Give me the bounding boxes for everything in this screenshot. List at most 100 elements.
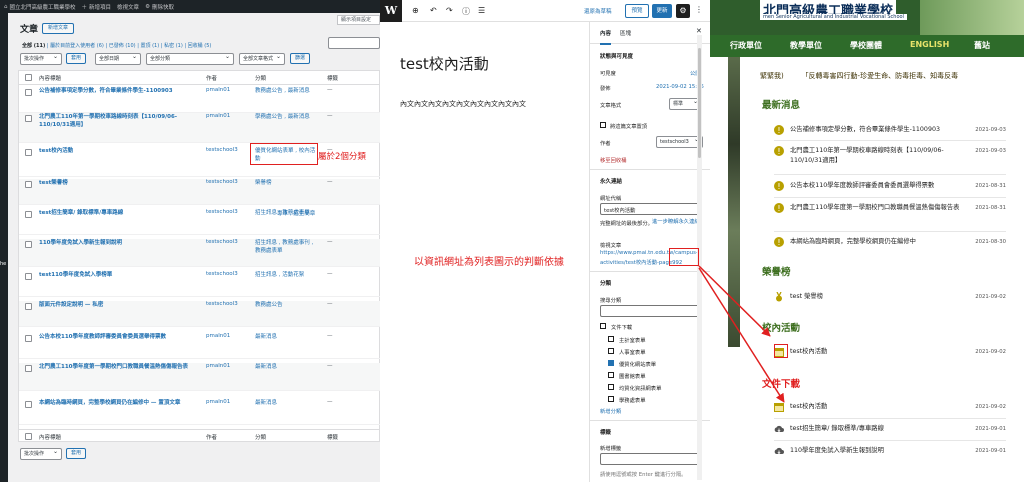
row-checkbox[interactable]: [25, 211, 32, 218]
nav-item[interactable]: 學校團體: [850, 40, 882, 51]
row-author[interactable]: testschool3: [206, 301, 238, 307]
bulk-action-select-top[interactable]: 批次操作: [20, 52, 62, 65]
apply-button-top[interactable]: 套用: [66, 53, 86, 64]
row-checkbox[interactable]: [25, 115, 32, 122]
row-checkbox[interactable]: [25, 401, 32, 408]
search-posts-input[interactable]: [328, 37, 380, 49]
status-panel-heading[interactable]: 狀態與可見度: [600, 52, 633, 60]
list-view-icon[interactable]: ☰: [478, 6, 485, 15]
date-filter-select[interactable]: 全部日期: [95, 52, 141, 65]
news-item[interactable]: ! 北門農工110學年度第一學期校門口教職員餐溫熱傷傷報告表 2021-08-3…: [774, 203, 1006, 225]
view-post-link[interactable]: 檢視文章: [117, 3, 139, 11]
nav-item-english[interactable]: ENGLISH: [910, 40, 949, 49]
row-author[interactable]: pmaln01: [206, 399, 230, 405]
news-item[interactable]: ! 公告補修事項定學分數，符合畢業條件學生-1100903 2021-09-03: [774, 125, 1006, 137]
view-all[interactable]: 全部 (11): [22, 43, 45, 49]
row-author[interactable]: pmaln01: [206, 113, 230, 119]
permalink-panel-heading[interactable]: 永久連結: [600, 177, 622, 185]
row-category[interactable]: 招生訊息 , 教務處事刊 , 教務處表單: [255, 239, 320, 255]
row-checkbox[interactable]: [25, 303, 32, 310]
row-title-link[interactable]: test招生簡章/ 錄取標準/專車路線: [39, 209, 189, 217]
view-pinned[interactable]: 置頂 (1): [141, 43, 160, 49]
new-item-link[interactable]: ＋新增項目: [82, 3, 112, 11]
author-select[interactable]: testschool3: [656, 135, 703, 148]
row-author[interactable]: testschool3: [206, 271, 238, 277]
move-to-trash-link[interactable]: 移至回收桶: [600, 156, 627, 164]
nav-item[interactable]: 行政單位: [730, 40, 762, 51]
honor-item[interactable]: test 榮譽榜 2021-09-02: [774, 292, 1006, 304]
row-author[interactable]: testschool3: [206, 147, 238, 153]
row-category[interactable]: 最新消息: [255, 399, 320, 407]
add-new-post-button[interactable]: 新增文章: [42, 23, 74, 34]
row-category[interactable]: 最新消息: [255, 363, 320, 371]
wordpress-logo-icon[interactable]: W: [380, 0, 402, 22]
row-author[interactable]: testschool3: [206, 239, 238, 245]
view-trash[interactable]: 回收桶 (5): [188, 43, 212, 49]
permalink-learn-more-link[interactable]: 進一步瞭解永久連結: [652, 219, 702, 226]
campus-activity-item[interactable]: test校內活動 2021-09-02: [774, 347, 1006, 359]
row-checkbox[interactable]: [25, 89, 32, 96]
select-all-checkbox-bottom[interactable]: [25, 433, 32, 440]
download-item[interactable]: 110學年度免試入學新生報到說明 2021-09-01: [774, 446, 1006, 458]
add-tag-input[interactable]: [600, 453, 700, 465]
undo-icon[interactable]: ↶: [430, 6, 437, 15]
screen-options-button[interactable]: 顯示項目設定: [337, 15, 380, 25]
redo-icon[interactable]: ↷: [446, 6, 453, 15]
url-slug-input[interactable]: test校內活動: [600, 203, 700, 215]
row-title-link[interactable]: 公告本校110學年度教師評審委員會委員選舉得票數: [39, 333, 189, 341]
close-sidebar-icon[interactable]: ✕: [696, 27, 702, 35]
sidebar-scroll-thumb[interactable]: [698, 48, 701, 158]
nav-item[interactable]: 舊站: [974, 40, 990, 51]
row-author[interactable]: pmaln01: [206, 87, 230, 93]
details-icon[interactable]: ⓘ: [462, 6, 470, 17]
update-button[interactable]: 更新: [652, 4, 672, 18]
news-item[interactable]: ! 本網站為臨時網頁，完整學校網頁仍在編修中 2021-08-30: [774, 237, 1006, 249]
tab-post[interactable]: 內容: [600, 29, 612, 45]
category-checkbox-checked[interactable]: [608, 360, 614, 366]
row-author[interactable]: pmaln01: [206, 363, 230, 369]
row-category[interactable]: 學務處公告 , 最新消息: [255, 113, 320, 121]
nav-item[interactable]: 教學單位: [790, 40, 822, 51]
preview-button[interactable]: 預覽: [625, 4, 649, 18]
view-published[interactable]: 已發佈 (10): [109, 43, 136, 49]
row-author[interactable]: testschool3: [206, 209, 238, 215]
row-checkbox[interactable]: [25, 273, 32, 280]
row-title-link[interactable]: 110學年度免試入學新生報到說明: [39, 239, 189, 247]
view-mine[interactable]: 屬於目前登入使用者 (6): [50, 43, 104, 49]
more-options-icon[interactable]: ⋮: [695, 5, 703, 14]
row-title-link[interactable]: 北門農工110學年度第一學期校門口教職員餐溫熱傷傷報告表: [39, 363, 189, 371]
add-category-link[interactable]: 新增分類: [600, 407, 621, 415]
row-title-link[interactable]: 本網站為臨時網頁，完整學校網頁仍在編修中 — 置頂文章: [39, 399, 189, 407]
category-checkbox[interactable]: [600, 323, 606, 329]
row-author[interactable]: testschool3: [206, 179, 238, 185]
row-checkbox[interactable]: [25, 365, 32, 372]
row-category[interactable]: 教務處公告 , 最新消息: [255, 87, 320, 95]
news-item[interactable]: ! 公告本校110學年度教師評審委員會委員選舉得票數 2021-08-31: [774, 181, 1006, 193]
row-title-link[interactable]: test校內活動: [39, 147, 189, 155]
bulk-action-select-bottom[interactable]: 批次操作: [20, 447, 62, 460]
sticky-checkbox[interactable]: [600, 122, 606, 128]
select-all-checkbox[interactable]: [25, 74, 32, 81]
download-item[interactable]: test招生簡章/ 錄取標準/專車路線 2021-09-01: [774, 424, 1006, 436]
category-checkbox[interactable]: [608, 348, 614, 354]
post-title[interactable]: test校內活動: [400, 53, 489, 74]
category-filter-select[interactable]: 全部分類: [146, 52, 234, 65]
row-checkbox[interactable]: [25, 335, 32, 342]
row-title-link[interactable]: test110學年度免試入學榜單: [39, 271, 189, 279]
download-item[interactable]: test校內活動 2021-09-02: [774, 402, 1006, 414]
category-checkbox[interactable]: [608, 396, 614, 402]
tags-panel-heading[interactable]: 標籤: [600, 428, 611, 436]
row-category[interactable]: 榮譽榜: [255, 179, 320, 187]
view-private[interactable]: 私密 (1): [164, 43, 183, 49]
row-checkbox[interactable]: [25, 181, 32, 188]
row-category[interactable]: 教務處公告: [255, 301, 320, 309]
clear-cache-link[interactable]: ⚙ 刪除快取: [145, 3, 174, 11]
filter-button[interactable]: 篩選: [290, 53, 310, 64]
tab-block[interactable]: 區塊: [620, 29, 631, 37]
add-block-icon[interactable]: ⊕: [412, 6, 419, 15]
switch-to-draft-link[interactable]: 還原為草稿: [584, 7, 612, 15]
col-title-footer[interactable]: 內容標題: [39, 433, 61, 441]
row-checkbox[interactable]: [25, 149, 32, 156]
site-name-link[interactable]: ⌂ 國立北門高級農工職業學校: [4, 3, 76, 11]
format-filter-select[interactable]: 全部文章格式: [239, 52, 285, 65]
